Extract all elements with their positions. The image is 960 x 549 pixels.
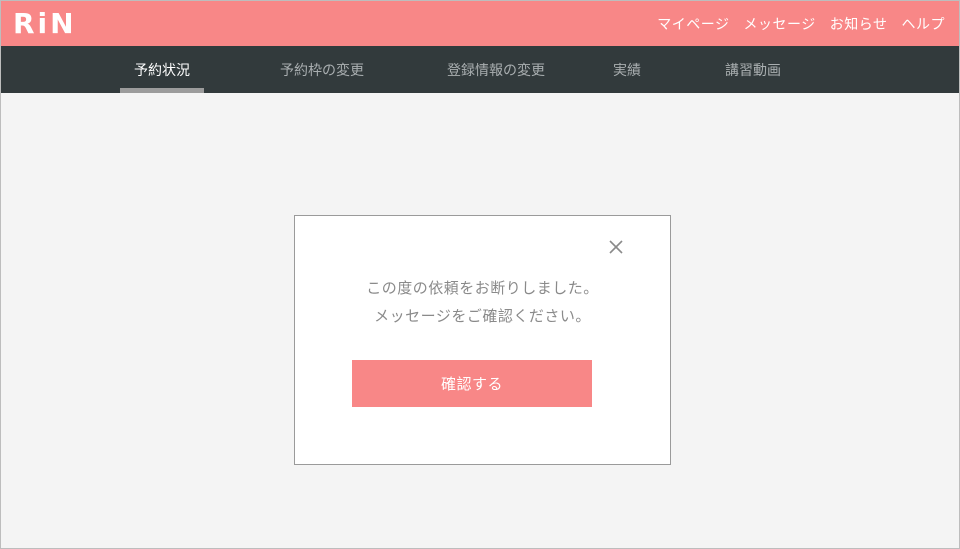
nav-link-messages[interactable]: メッセージ bbox=[744, 14, 816, 34]
close-icon[interactable] bbox=[607, 238, 625, 256]
tab-bar: 予約状況 予約枠の変更 登録情報の変更 実績 講習動画 bbox=[1, 46, 959, 93]
nav-link-mypage[interactable]: マイページ bbox=[657, 14, 729, 34]
top-nav: マイページ メッセージ お知らせ ヘルプ bbox=[657, 1, 945, 46]
tab-change-slots[interactable]: 予約枠の変更 bbox=[263, 46, 381, 93]
dialog-message-line-2: メッセージをご確認ください。 bbox=[374, 307, 591, 325]
top-header: RiN マイページ メッセージ お知らせ ヘルプ bbox=[1, 1, 959, 46]
nav-link-help[interactable]: ヘルプ bbox=[902, 14, 946, 34]
app-window: RiN マイページ メッセージ お知らせ ヘルプ 予約状況 予約枠の変更 登録情… bbox=[0, 0, 960, 549]
confirmation-dialog: この度の依頼をお断りしました。 メッセージをご確認ください。 確認する bbox=[294, 215, 671, 465]
tab-reservation-status[interactable]: 予約状況 bbox=[120, 46, 204, 93]
tab-results[interactable]: 実績 bbox=[597, 46, 657, 93]
confirm-button[interactable]: 確認する bbox=[352, 360, 592, 407]
dialog-message: この度の依頼をお断りしました。 メッセージをご確認ください。 bbox=[295, 274, 670, 330]
tab-training-videos[interactable]: 講習動画 bbox=[709, 46, 797, 93]
dialog-message-line-1: この度の依頼をお断りしました。 bbox=[366, 279, 599, 297]
tab-change-registration[interactable]: 登録情報の変更 bbox=[431, 46, 561, 93]
logo[interactable]: RiN bbox=[13, 7, 77, 41]
nav-link-notices[interactable]: お知らせ bbox=[830, 14, 888, 34]
